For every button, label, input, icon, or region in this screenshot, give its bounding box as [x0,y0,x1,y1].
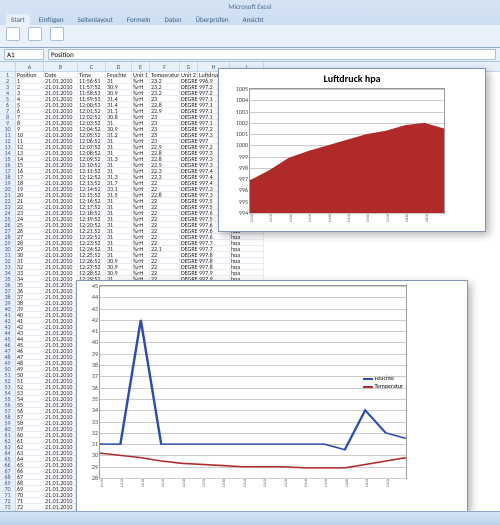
y-tick: 45 [92,282,100,290]
worksheet[interactable]: ABCDEFGHI 1PositionDateTimeFeuchteUnit 1… [0,62,500,511]
align-button[interactable] [50,27,64,41]
chart-title: Luftdruck hpa [219,69,485,88]
ribbon: Microsoft Excel Start Einfügen Seitenlayou… [0,0,500,48]
window-title: Microsoft Excel [0,0,500,14]
ribbon-tab-einfügen[interactable]: Einfügen [34,14,69,25]
column-header[interactable]: F [150,62,180,71]
formula-input[interactable]: Position [48,49,496,60]
y-tick: 998 [239,164,250,172]
column-header[interactable]: D [106,62,132,71]
y-tick: 994 [239,209,250,217]
y-tick: 996 [239,186,250,194]
ribbon-tabs: Start Einfügen Seitenlayout Formeln Daten Übe… [0,14,500,25]
y-tick: 35 [92,395,100,403]
ribbon-tab-formeln[interactable]: Formeln [122,14,156,25]
y-tick: 29 [92,463,100,471]
chart-plot-area: Feuchte Temperatur 11:5612:1012:2012:301… [99,285,407,479]
y-tick: 999 [239,153,250,161]
y-tick: 32 [92,429,100,437]
column-header[interactable]: B [44,62,78,71]
y-tick: 34 [92,406,100,414]
y-tick: 39 [92,350,100,358]
y-tick: 1001 [236,130,250,138]
ribbon-tab-ansicht[interactable]: Ansicht [238,14,269,25]
y-tick: 1004 [236,96,250,104]
paste-button[interactable] [6,27,20,41]
ribbon-tab-überprüfen[interactable]: Überprüfen [191,14,234,25]
font-button[interactable] [28,27,42,41]
y-tick: 36 [92,384,100,392]
y-tick: 28 [92,474,100,482]
column-header[interactable] [0,62,16,71]
y-tick: 42 [92,316,100,324]
name-box[interactable]: A1 [4,49,44,60]
y-tick: 1005 [236,85,250,93]
y-tick: 31 [92,440,100,448]
y-tick: 43 [92,305,100,313]
ribbon-tab-daten[interactable]: Daten [160,14,187,25]
x-axis-labels: 11:5612:1012:2012:3012:4012:5013:0013:10… [100,478,406,502]
y-tick: 30 [92,451,100,459]
column-header[interactable]: C [78,62,106,71]
y-tick: 995 [239,198,250,206]
chart-plot-area: Luftdruck hpa 11:5612:3013:0013:3014:001… [249,88,445,214]
y-tick: 1003 [236,108,250,116]
status-bar [0,511,500,525]
ribbon-tab-seitenlayout[interactable]: Seitenlayout [73,14,118,25]
x-axis-labels: 11:5612:3013:0013:3014:0014:3015:0015:30… [250,213,444,237]
formula-bar: A1 Position [0,48,500,62]
y-tick: 41 [92,327,100,335]
y-tick: 1002 [236,119,250,127]
column-header[interactable]: G [180,62,198,71]
y-tick: 1000 [236,141,250,149]
y-tick: 37 [92,372,100,380]
y-tick: 44 [92,293,100,301]
ribbon-body [0,25,500,47]
chart-luftdruck[interactable]: Luftdruck hpa Luftdruck hpa 11:5612:3013… [218,68,486,232]
column-header[interactable]: E [132,62,150,71]
column-header[interactable]: A [16,62,44,71]
chart-feuchte-temp[interactable]: Feuchte Temperatur 11:5612:1012:2012:301… [76,280,468,511]
y-tick: 997 [239,175,250,183]
y-tick: 33 [92,418,100,426]
y-tick: 40 [92,338,100,346]
ribbon-tab-start[interactable]: Start [6,14,30,25]
y-tick: 38 [92,361,100,369]
